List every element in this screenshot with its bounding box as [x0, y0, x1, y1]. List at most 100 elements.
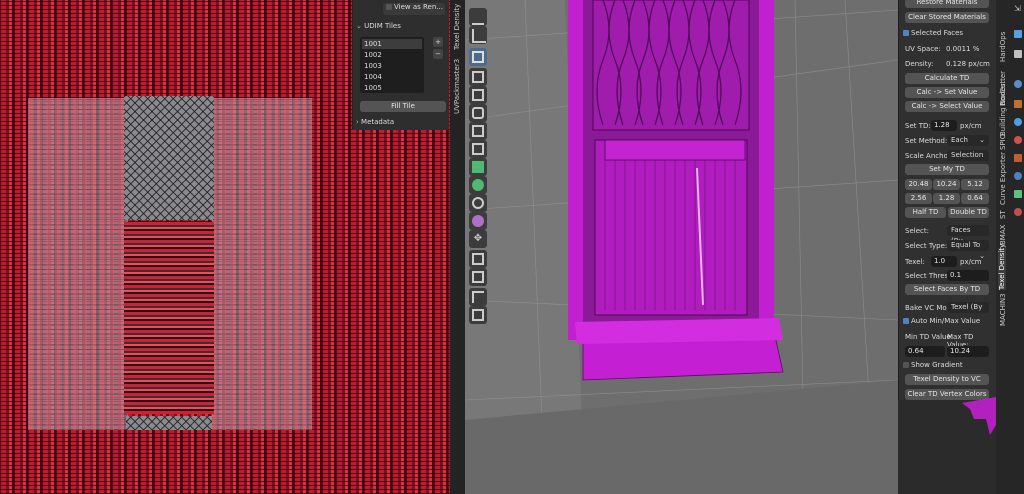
fill-tile-button[interactable]: Fill Tile — [360, 101, 446, 112]
shear-tool[interactable]: ✥ — [469, 230, 487, 248]
metadata-header[interactable]: › Metadata — [356, 118, 446, 130]
set-td-input[interactable]: 1.28 — [931, 120, 957, 131]
slide-tool[interactable] — [469, 268, 487, 286]
udim-tile-list[interactable]: 1001 1002 1003 1004 1005 — [360, 37, 424, 93]
physics-icon[interactable] — [1014, 172, 1022, 180]
min-td-label: Min TD Value: — [905, 333, 954, 341]
scale-anchor-dropdown[interactable]: Selection⌄ — [947, 150, 989, 170]
inset-tool[interactable] — [469, 86, 487, 104]
constraint-icon[interactable] — [1014, 190, 1022, 198]
preset-0-64-button[interactable]: 0.64 — [961, 193, 989, 204]
hardops-icon[interactable] — [1014, 30, 1022, 38]
select-thresh-input[interactable]: 0.1 — [947, 270, 989, 281]
set-td-unit: px/cm — [960, 122, 982, 130]
tab-uvpackmaster[interactable]: UVPackmaster3 — [453, 54, 461, 114]
tab-bmax[interactable]: BMAX — [999, 225, 1007, 245]
calc-set-value-button[interactable]: Calc -> Set Value — [905, 87, 989, 98]
transform-tool[interactable] — [469, 288, 487, 306]
set-method-value: Each — [951, 136, 968, 144]
show-gradient-checkbox[interactable] — [903, 362, 909, 368]
udim-tile-item[interactable]: 1001 — [362, 39, 422, 49]
clear-stored-materials-button[interactable]: Clear Stored Materials — [905, 12, 989, 23]
preset-20-48-button[interactable]: 20.48 — [905, 179, 932, 190]
tab-texel-density-uv[interactable]: Texel Density — [453, 4, 461, 50]
show-gradient-toggle[interactable]: Show Gradient — [903, 361, 993, 371]
calculate-td-button[interactable]: Calculate TD — [905, 73, 989, 84]
calc-select-value-button[interactable]: Calc -> Select Value — [905, 101, 989, 112]
tab-machin3[interactable]: MACHIN3 — [999, 293, 1007, 326]
texel-density-panel: Restore Materials Clear Stored Materials… — [898, 0, 997, 400]
texel-density-to-vc-button[interactable]: Texel Density to VC — [905, 374, 989, 385]
annotate-tool[interactable] — [469, 8, 487, 26]
auto-min-max-toggle[interactable]: Auto Min/Max Value — [903, 317, 993, 327]
half-td-button[interactable]: Half TD — [905, 207, 946, 218]
texel-input[interactable]: 1.0 — [931, 256, 957, 267]
view-as-render-toggle[interactable]: View as Ren... — [383, 3, 445, 15]
min-td-input[interactable]: 0.64 — [905, 346, 945, 357]
preset-5-12-button[interactable]: 5.12 — [961, 179, 989, 190]
orange-tool-icon[interactable] — [1014, 100, 1022, 108]
select-faces-by-td-button[interactable]: Select Faces By TD — [905, 284, 989, 295]
auto-min-max-checkbox[interactable] — [903, 318, 909, 324]
move-arrows-icon: ✥ — [473, 233, 483, 244]
add-cube-tool[interactable] — [469, 48, 487, 66]
tab-texel-density[interactable]: Texel Density — [998, 244, 1006, 290]
mesh-fragment — [960, 395, 996, 435]
smooth-tool[interactable] — [469, 194, 487, 212]
transform-icon — [472, 291, 484, 303]
view-as-render-label: View as Ren... — [394, 3, 443, 11]
udim-tile-item[interactable]: 1004 — [364, 72, 382, 82]
material-icon[interactable] — [1014, 208, 1022, 216]
preset-10-24-button[interactable]: 10.24 — [933, 179, 960, 190]
edge-tool[interactable] — [469, 306, 487, 324]
measure-tool[interactable] — [469, 26, 487, 44]
max-td-input[interactable]: 10.24 — [947, 346, 989, 357]
double-td-button[interactable]: Double TD — [948, 207, 989, 218]
tab-hardops[interactable]: HardOps — [999, 22, 1007, 62]
tab-spio[interactable]: SPIO — [999, 132, 1007, 150]
restore-materials-button[interactable]: Restore Materials — [905, 0, 989, 8]
selected-faces-toggle[interactable]: Selected Faces — [903, 29, 993, 39]
boxcutter-icon[interactable] — [1014, 50, 1022, 58]
scale-icon[interactable]: ⇲ — [1014, 4, 1022, 13]
udim-tile-item[interactable]: 1005 — [364, 83, 382, 93]
udim-tile-item[interactable]: 1003 — [364, 61, 382, 71]
spin-tool[interactable] — [469, 176, 487, 194]
select-type-dropdown[interactable]: Equal To ⌄ — [947, 240, 989, 260]
rip-tool[interactable] — [469, 250, 487, 268]
remove-tile-icon[interactable]: − — [433, 49, 443, 59]
poly-build-tool[interactable] — [469, 158, 487, 176]
udim-tiles-header[interactable]: ⌄ UDIM Tiles — [356, 22, 446, 34]
uv-sidebar-tabs: Texel Density UVPackmaster3 — [450, 0, 465, 494]
add-tile-icon[interactable]: + — [433, 37, 443, 47]
selected-faces-checkbox[interactable] — [903, 30, 909, 36]
bevel-tool[interactable] — [469, 104, 487, 122]
uv-island-door-panel — [124, 222, 214, 414]
wrench-icon[interactable] — [1014, 118, 1022, 126]
loop-cut-tool[interactable] — [469, 122, 487, 140]
shrink-tool[interactable] — [469, 212, 487, 230]
preset-2-56-button[interactable]: 2.56 — [905, 193, 932, 204]
cube-icon — [472, 51, 484, 63]
3d-viewport[interactable] — [465, 0, 898, 494]
udim-tile-item[interactable]: 1002 — [364, 50, 382, 60]
viewport-scene — [465, 0, 898, 494]
knife-tool[interactable] — [469, 140, 487, 158]
viewport-toolbar: ✥ — [465, 0, 491, 494]
render-icon[interactable] — [1014, 136, 1022, 144]
set-my-td-button[interactable]: Set My TD — [905, 164, 989, 175]
modifier-icon[interactable] — [1014, 154, 1022, 162]
tab-st[interactable]: ST — [999, 207, 1007, 219]
select-type-value: Equal To — [951, 241, 981, 249]
extrude-tool[interactable] — [469, 68, 487, 86]
bake-vc-dropdown[interactable]: Texel (By — [947, 302, 989, 313]
select-dropdown[interactable]: Faces (By... — [947, 225, 989, 245]
set-method-dropdown[interactable]: Each ⌄ — [947, 135, 989, 146]
globe-icon[interactable] — [1014, 80, 1022, 88]
preset-1-28-button[interactable]: 1.28 — [933, 193, 960, 204]
bake-vc-value: Texel (By — [951, 303, 983, 311]
mesh-fragment-shape — [962, 397, 996, 435]
tab-curve-exporter[interactable]: Curve Exporter — [999, 152, 1007, 205]
tab-building-nodes[interactable]: Building Nodes — [999, 83, 1007, 136]
view-as-render-checkbox[interactable] — [386, 4, 392, 10]
